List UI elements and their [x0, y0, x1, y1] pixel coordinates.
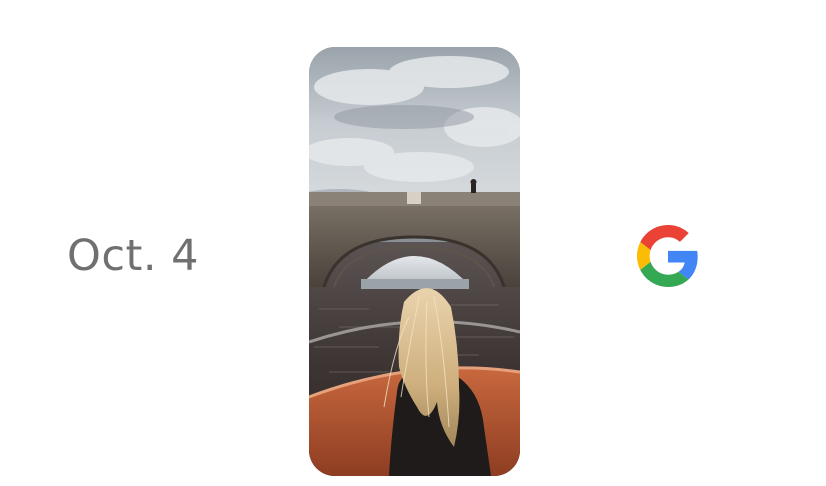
google-g-logo-icon: [637, 225, 699, 287]
event-date-text: Oct. 4: [67, 231, 200, 281]
phone-screen-photo: [309, 47, 520, 476]
